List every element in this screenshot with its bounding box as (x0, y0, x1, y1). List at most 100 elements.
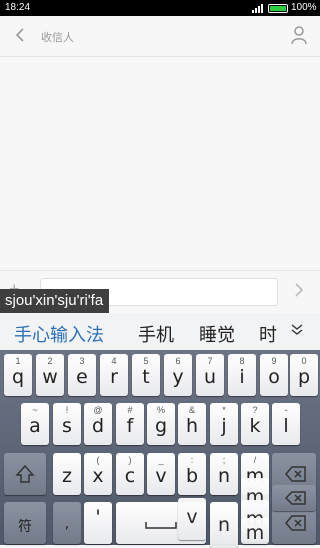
ghost-key: n (210, 506, 238, 548)
shift-key[interactable] (4, 453, 46, 495)
key-letter: r (110, 366, 118, 388)
key-letter: a (29, 415, 41, 437)
key-s[interactable]: ! s (53, 403, 81, 445)
battery-percent: 100% (291, 2, 317, 13)
battery-icon (268, 4, 288, 13)
key-w[interactable]: 2w (36, 354, 64, 396)
key-hint: ( (96, 455, 100, 465)
key-hint: ? (252, 405, 258, 415)
key-hint: 9 (271, 356, 277, 366)
key-hint: % (156, 405, 165, 415)
key-l[interactable]: -l (272, 403, 300, 445)
key-letter: k (249, 415, 261, 437)
key-hint: 2 (47, 356, 53, 366)
key-e[interactable]: 3e (68, 354, 96, 396)
candidate-item[interactable]: 手心输入法 (14, 321, 104, 347)
key-letter: u (203, 366, 217, 388)
ghost-key: m (241, 518, 269, 544)
key-j[interactable]: * j (210, 403, 238, 445)
key-hint: / (253, 455, 257, 465)
key-hint: 1 (15, 356, 21, 366)
key-i[interactable]: 8i (228, 354, 256, 396)
key-letter: h (185, 415, 199, 437)
recipient-label[interactable]: 收信人 (41, 29, 74, 45)
pinyin-composition: sjou'xin'sju'ri'fa (0, 289, 110, 313)
key-n[interactable]: ; n (210, 453, 238, 495)
key-letter: d (91, 415, 105, 437)
key-letter: e (76, 366, 88, 388)
key-u[interactable]: 7u (196, 354, 224, 396)
key-letter: s (62, 415, 72, 437)
key-letter: z (62, 465, 72, 487)
ghost-letter: m (245, 522, 265, 544)
key-h[interactable]: & h (178, 403, 206, 445)
back-arrow-icon[interactable] (12, 26, 30, 44)
key-letter: t (142, 366, 150, 388)
key-x[interactable]: (x (84, 453, 112, 495)
key-letter: i (239, 366, 245, 388)
candidate-item[interactable]: 手机 (138, 321, 174, 347)
key-hint: # (127, 405, 133, 415)
key-k[interactable]: ? k (241, 403, 269, 445)
backspace-icon (284, 491, 306, 505)
candidate-item[interactable]: 睡觉 (199, 321, 235, 347)
key-hint: 4 (111, 356, 117, 366)
chevron-down-icon[interactable] (290, 323, 304, 337)
message-area (0, 57, 320, 269)
key-r[interactable]: 4r (100, 354, 128, 396)
key-letter: q (11, 366, 25, 388)
key-letter: n (217, 465, 231, 487)
key-hint: ; (222, 455, 226, 465)
key-letter: v (155, 465, 167, 487)
key-hint: 0 (301, 356, 307, 366)
key-hint: 6 (175, 356, 181, 366)
shift-icon (15, 464, 35, 483)
candidate-item[interactable]: 时 (259, 321, 277, 347)
key-hint: ~ (32, 405, 38, 415)
symbol-label: 符 (18, 519, 32, 535)
recipient-header: 收信人 (0, 16, 320, 57)
signal-icon (252, 4, 263, 13)
key-letter: l (283, 415, 289, 437)
key-hint: ) (128, 455, 132, 465)
key-letter: o (268, 366, 280, 388)
key-a[interactable]: ~ a (21, 403, 49, 445)
key-letter: f (126, 415, 134, 437)
symbol-key[interactable]: 符 (4, 502, 46, 544)
key-hint: & (188, 405, 195, 415)
apostrophe-key[interactable]: ' (84, 502, 112, 544)
key-y[interactable]: 6y (164, 354, 192, 396)
comma-key[interactable]: , (53, 502, 81, 544)
key-letter: c (124, 465, 136, 487)
key-hint: 8 (239, 356, 245, 366)
contact-icon[interactable] (290, 25, 308, 45)
key-z[interactable]: z (53, 453, 81, 495)
candidate-bar: 手心输入法 手机 睡觉 时 (0, 313, 320, 351)
key-p[interactable]: 0p (290, 354, 318, 396)
key-letter: b (185, 465, 199, 487)
send-arrow-icon[interactable] (292, 283, 306, 297)
key-b[interactable]: :b (178, 453, 206, 495)
key-letter: y (172, 366, 184, 388)
key-hint: ! (65, 405, 69, 415)
key-t[interactable]: 5t (132, 354, 160, 396)
ghost-key: v (178, 498, 206, 540)
key-letter: j (221, 415, 227, 437)
key-d[interactable]: @ d (84, 403, 112, 445)
key-o[interactable]: 9o (260, 354, 288, 396)
key-v[interactable]: _ v (147, 453, 175, 495)
key-hint: 3 (79, 356, 85, 366)
status-time: 18:24 (5, 2, 31, 13)
key-f[interactable]: # f (116, 403, 144, 445)
key-hint: @ (93, 405, 103, 415)
key-c[interactable]: ) c (116, 453, 144, 495)
key-hint: * (222, 405, 226, 415)
key-hint: 7 (207, 356, 213, 366)
key-hint: - (284, 405, 288, 415)
key-letter: w (42, 366, 58, 388)
keyboard: 1q 2w 3e 4r 5t 6y 7u 8i 9o 0p ~ a ! s @ d #… (0, 350, 320, 548)
ghost-backspace-key (272, 485, 316, 511)
key-q[interactable]: 1q (4, 354, 32, 396)
apostrophe-label: ' (95, 506, 101, 528)
key-g[interactable]: % g (147, 403, 175, 445)
